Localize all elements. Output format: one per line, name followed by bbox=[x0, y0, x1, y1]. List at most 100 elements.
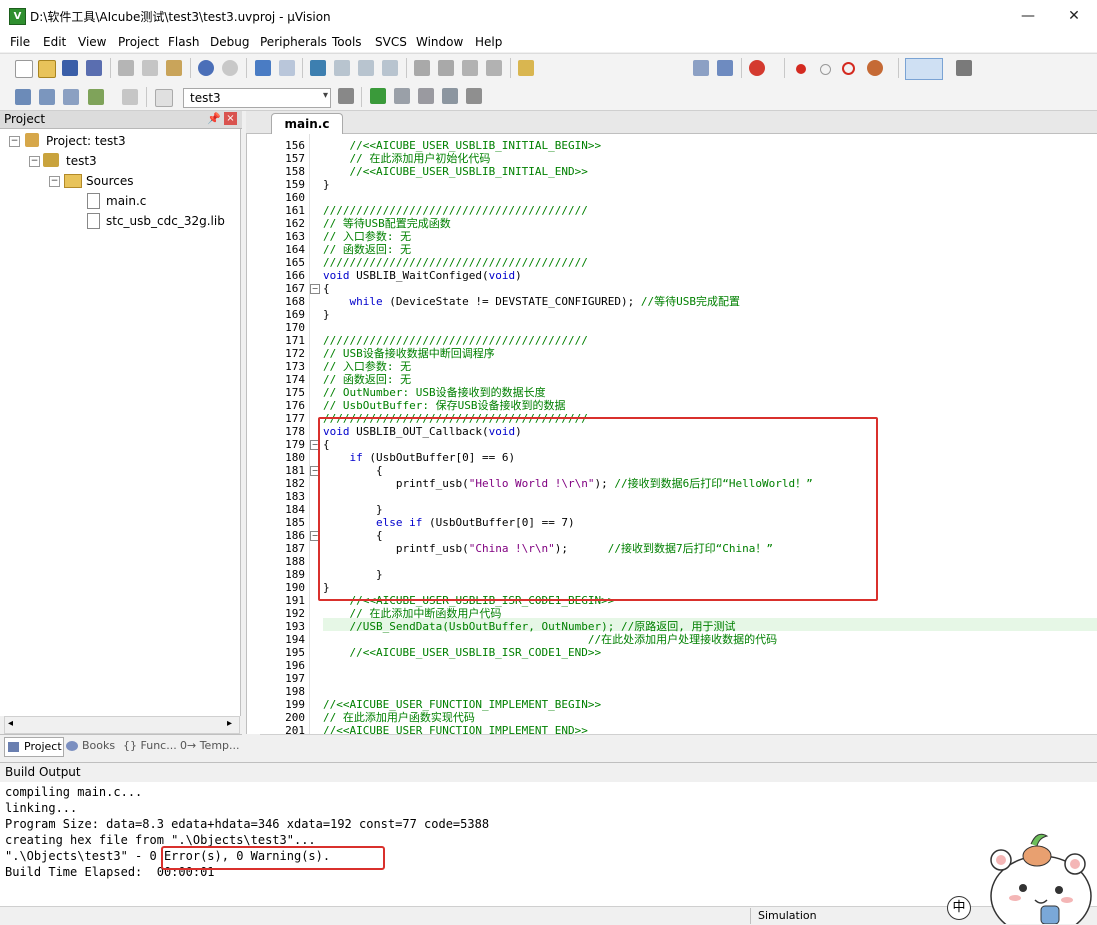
configure-icon[interactable] bbox=[956, 60, 972, 76]
minimize-button[interactable]: — bbox=[1005, 0, 1051, 32]
callback-highlight-box bbox=[318, 417, 878, 601]
target-select[interactable]: test3 ▾ bbox=[183, 88, 331, 108]
tab-functions[interactable]: {} Func... bbox=[123, 737, 179, 755]
line-number: 166 bbox=[285, 269, 305, 282]
tab-templates[interactable]: 0→ Temp... bbox=[180, 737, 240, 755]
undo-icon[interactable] bbox=[198, 60, 214, 76]
tree-collapse-toggle[interactable]: − bbox=[9, 136, 20, 147]
navigate-back-icon[interactable] bbox=[255, 60, 271, 76]
manage-project-items-icon[interactable] bbox=[370, 88, 386, 104]
manage-run-time-icon[interactable] bbox=[442, 88, 458, 104]
pack-installer-icon[interactable] bbox=[466, 88, 482, 104]
find-icon[interactable] bbox=[693, 60, 709, 76]
line-number: 198 bbox=[285, 685, 305, 698]
code-line: // 在此添加用户初始化代码 bbox=[323, 152, 491, 165]
translate-icon[interactable] bbox=[15, 89, 31, 105]
breakpoint-icon[interactable] bbox=[796, 64, 806, 74]
menu-window[interactable]: Window bbox=[416, 35, 463, 49]
uncomment-icon[interactable] bbox=[486, 60, 502, 76]
tree-item-target[interactable]: test3 bbox=[66, 154, 97, 168]
line-number: 174 bbox=[285, 373, 305, 386]
c-file-icon bbox=[87, 193, 100, 209]
save-all-icon[interactable] bbox=[86, 60, 102, 76]
next-bookmark-icon[interactable] bbox=[358, 60, 374, 76]
tree-item-sources[interactable]: Sources bbox=[86, 174, 133, 188]
code-editor[interactable]: 156 157 158 159 160 161 162 163 164 165 166 167 168 1… bbox=[246, 134, 1097, 737]
close-button[interactable]: ✕ bbox=[1051, 0, 1097, 32]
tab-books[interactable]: Books bbox=[66, 737, 120, 755]
menu-flash[interactable]: Flash bbox=[168, 35, 199, 49]
tree-collapse-toggle[interactable]: − bbox=[29, 156, 40, 167]
code-line: // 入口参数: 无 bbox=[323, 230, 412, 243]
menu-debug[interactable]: Debug bbox=[210, 35, 249, 49]
scroll-right-icon[interactable]: ▸ bbox=[227, 718, 232, 729]
code-line: //USB_SendData(UsbOutBuffer, OutNumber);… bbox=[323, 620, 736, 633]
cut-icon[interactable] bbox=[118, 60, 134, 76]
line-number: 192 bbox=[285, 607, 305, 620]
target-name: test3 bbox=[190, 91, 221, 105]
menu-help[interactable]: Help bbox=[475, 35, 502, 49]
build-line: Program Size: data=8.3 edata+hdata=346 x… bbox=[5, 817, 490, 831]
toolbar-separator bbox=[302, 58, 303, 78]
batch-build-icon[interactable] bbox=[88, 89, 104, 105]
ime-indicator[interactable]: 中 bbox=[947, 896, 971, 920]
line-number: 181 bbox=[285, 464, 305, 477]
menu-project[interactable]: Project bbox=[118, 35, 159, 49]
tab-main-c[interactable]: main.c bbox=[271, 113, 343, 134]
toolbar-separator bbox=[898, 58, 899, 78]
code-line: // 函数返回: 无 bbox=[323, 243, 412, 256]
menu-peripherals[interactable]: Peripherals bbox=[260, 35, 327, 49]
rebuild-icon[interactable] bbox=[63, 89, 79, 105]
code-line: // OutNumber: USB设备接收到的数据长度 bbox=[323, 386, 546, 399]
stop-build-icon[interactable] bbox=[122, 89, 138, 105]
unindent-icon[interactable] bbox=[438, 60, 454, 76]
open-folder-icon[interactable] bbox=[38, 60, 56, 78]
build-icon[interactable] bbox=[39, 89, 55, 105]
project-horizontal-scrollbar[interactable]: ◂ ▸ bbox=[4, 716, 240, 734]
line-number-gutter: 156 157 158 159 160 161 162 163 164 165 166 167 168 1… bbox=[247, 134, 310, 737]
scroll-left-icon[interactable]: ◂ bbox=[8, 718, 13, 729]
clear-bookmarks-icon[interactable] bbox=[382, 60, 398, 76]
debug-session-icon[interactable] bbox=[749, 60, 765, 76]
menu-view[interactable]: View bbox=[78, 35, 106, 49]
menu-tools[interactable]: Tools bbox=[332, 35, 362, 49]
save-icon[interactable] bbox=[62, 60, 78, 76]
disable-breakpoint-icon[interactable] bbox=[820, 64, 831, 75]
toolbar-separator bbox=[510, 58, 511, 78]
new-file-icon[interactable] bbox=[15, 60, 33, 78]
prev-bookmark-icon[interactable] bbox=[334, 60, 350, 76]
editor-horizontal-scrollbar[interactable] bbox=[260, 734, 1097, 752]
navigate-forward-icon[interactable] bbox=[279, 60, 295, 76]
pin-icon[interactable]: 📌 bbox=[207, 112, 221, 125]
build-output-area[interactable]: compiling main.c... linking... Program S… bbox=[0, 782, 1097, 906]
menu-svcs[interactable]: SVCS bbox=[375, 35, 407, 49]
lib-file-icon bbox=[87, 213, 100, 229]
download-icon[interactable] bbox=[155, 89, 173, 107]
menu-edit[interactable]: Edit bbox=[43, 35, 66, 49]
tree-collapse-toggle[interactable]: − bbox=[49, 176, 60, 187]
select-packs-icon[interactable] bbox=[418, 88, 434, 104]
tree-item-project[interactable]: Project: test3 bbox=[46, 134, 126, 148]
comment-icon[interactable] bbox=[462, 60, 478, 76]
redo-icon[interactable] bbox=[222, 60, 238, 76]
close-panel-button[interactable]: × bbox=[224, 112, 237, 125]
indent-icon[interactable] bbox=[414, 60, 430, 76]
target-options-icon[interactable] bbox=[338, 88, 354, 104]
clear-breakpoints-icon[interactable] bbox=[842, 62, 855, 75]
copy-target-icon[interactable] bbox=[394, 88, 410, 104]
incremental-find-icon[interactable] bbox=[717, 60, 733, 76]
menu-file[interactable]: File bbox=[10, 35, 30, 49]
tree-item-lib[interactable]: stc_usb_cdc_32g.lib bbox=[106, 214, 225, 228]
tree-item-main-c[interactable]: main.c bbox=[106, 194, 146, 208]
window-layout-button[interactable] bbox=[905, 58, 943, 80]
paste-icon[interactable] bbox=[166, 60, 182, 76]
kill-breakpoints-icon[interactable] bbox=[867, 60, 883, 76]
fold-toggle-icon[interactable]: − bbox=[310, 284, 320, 294]
tab-project[interactable]: Project bbox=[4, 737, 64, 757]
bookmark-icon[interactable] bbox=[310, 60, 326, 76]
toolbar-separator bbox=[361, 87, 362, 107]
menu-bar: File Edit View Project Flash Debug Perip… bbox=[0, 32, 1097, 52]
find-in-files-icon[interactable] bbox=[518, 60, 534, 76]
copy-icon[interactable] bbox=[142, 60, 158, 76]
line-number: 170 bbox=[285, 321, 305, 334]
